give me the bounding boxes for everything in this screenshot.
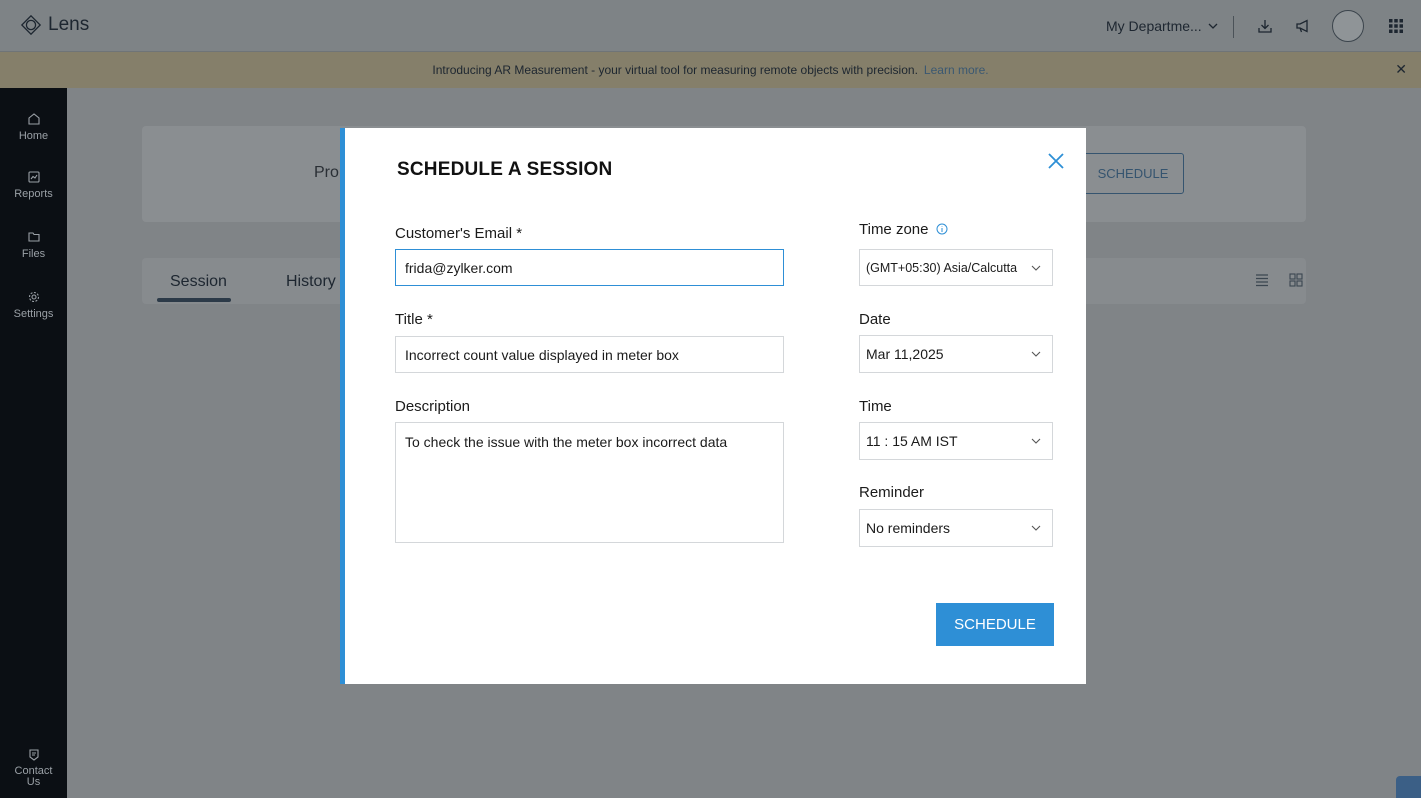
- close-icon[interactable]: [1045, 150, 1067, 172]
- topbar-divider: [1233, 16, 1234, 38]
- tab-history[interactable]: History: [286, 273, 336, 291]
- app-logo[interactable]: Lens: [20, 14, 89, 36]
- card-heading-partial: Pro: [314, 164, 339, 181]
- time-value: 11 : 15 AM IST: [866, 433, 958, 449]
- title-label: Title *: [395, 311, 433, 328]
- list-view-icon[interactable]: [1254, 272, 1270, 288]
- megaphone-icon[interactable]: [1291, 14, 1315, 38]
- email-field[interactable]: frida@zylker.com: [395, 249, 784, 286]
- chevron-down-icon: [1031, 438, 1041, 444]
- info-icon[interactable]: [936, 223, 948, 235]
- department-label: My Departme...: [1106, 18, 1202, 34]
- chevron-down-icon: [1031, 525, 1041, 531]
- time-select[interactable]: 11 : 15 AM IST: [859, 422, 1053, 460]
- sidebar-item-home[interactable]: Home: [0, 112, 67, 142]
- reminder-select[interactable]: No reminders: [859, 509, 1053, 547]
- chevron-down-icon: [1208, 23, 1218, 29]
- app-name: Lens: [48, 14, 90, 35]
- sidebar-item-settings[interactable]: Settings: [0, 290, 67, 320]
- download-icon[interactable]: [1253, 14, 1277, 38]
- sidebar-item-label: Home: [18, 130, 49, 142]
- department-dropdown[interactable]: My Departme...: [1106, 18, 1218, 34]
- gear-icon: [28, 291, 39, 303]
- time-label: Time: [859, 398, 892, 415]
- date-select[interactable]: Mar 11,2025: [859, 335, 1053, 373]
- chevron-down-icon: [1031, 351, 1041, 357]
- sidebar-item-label: Reports: [14, 188, 53, 200]
- chat-icon[interactable]: [1396, 776, 1421, 798]
- description-textarea[interactable]: To check the issue with the meter box in…: [395, 422, 784, 543]
- timezone-value: (GMT+05:30) Asia/Calcutta: [866, 260, 1018, 275]
- sidebar-item-label: Settings: [13, 308, 54, 320]
- banner-close-icon[interactable]: ✕: [1395, 61, 1407, 78]
- reminder-label: Reminder: [859, 484, 925, 501]
- background-schedule-button[interactable]: SCHEDULE: [1082, 153, 1184, 194]
- reports-icon: [27, 171, 40, 183]
- timezone-label: Time zone: [859, 221, 948, 238]
- date-value: Mar 11,2025: [866, 346, 944, 362]
- active-tab-indicator: [157, 298, 231, 302]
- title-value: Incorrect count value displayed in meter…: [405, 346, 679, 363]
- chevron-down-icon: [1031, 265, 1041, 271]
- schedule-session-modal: SCHEDULE A SESSION Customer's Email * fr…: [340, 128, 1086, 684]
- apps-grid-icon[interactable]: [1384, 14, 1408, 38]
- modal-title: SCHEDULE A SESSION: [397, 159, 613, 180]
- sidebar: Home Reports Files Settings Contact Us: [0, 88, 67, 798]
- sidebar-item-files[interactable]: Files: [0, 230, 67, 260]
- contact-icon: [28, 749, 39, 761]
- description-label: Description: [395, 398, 471, 415]
- grid-view-icon[interactable]: [1288, 272, 1304, 288]
- email-label: Customer's Email *: [395, 225, 523, 242]
- timezone-label-text: Time zone: [859, 221, 929, 238]
- learn-more-link[interactable]: Learn more.: [924, 63, 989, 77]
- sidebar-item-contact[interactable]: Contact Us: [0, 748, 67, 788]
- home-icon: [27, 113, 40, 125]
- description-value: To check the issue with the meter box in…: [405, 434, 728, 450]
- folder-icon: [27, 232, 40, 242]
- top-bar: Lens My Departme...: [0, 0, 1421, 52]
- schedule-button[interactable]: SCHEDULE: [936, 603, 1054, 646]
- avatar[interactable]: [1332, 10, 1364, 42]
- email-value: frida@zylker.com: [405, 259, 513, 276]
- tab-session[interactable]: Session: [170, 273, 227, 291]
- title-field[interactable]: Incorrect count value displayed in meter…: [395, 336, 784, 373]
- banner-text: Introducing AR Measurement - your virtua…: [432, 63, 918, 77]
- lens-logo-icon: [20, 14, 42, 36]
- reminder-value: No reminders: [866, 520, 951, 536]
- sidebar-item-reports[interactable]: Reports: [0, 170, 67, 200]
- sidebar-item-label: Files: [21, 248, 46, 260]
- date-label: Date: [859, 311, 891, 328]
- contact-label-line2: Us: [26, 776, 41, 788]
- announcement-banner: Introducing AR Measurement - your virtua…: [0, 52, 1421, 88]
- timezone-select[interactable]: (GMT+05:30) Asia/Calcutta: [859, 249, 1053, 286]
